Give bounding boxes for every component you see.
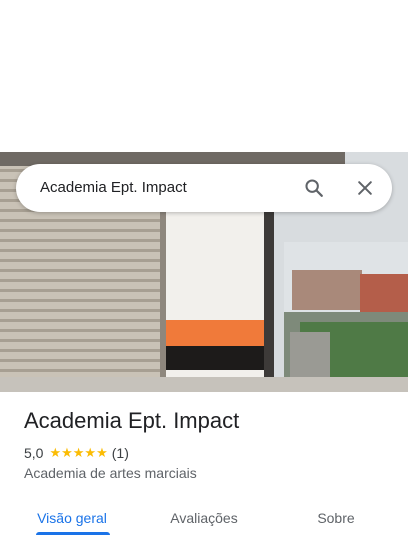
search-bar[interactable]: Academia Ept. Impact bbox=[16, 164, 392, 212]
tab-about[interactable]: Sobre bbox=[284, 496, 388, 540]
active-tab-indicator bbox=[36, 532, 110, 535]
rating-value: 5,0 bbox=[24, 445, 44, 461]
place-title: Academia Ept. Impact bbox=[24, 408, 240, 433]
place-category[interactable]: Academia de artes marciais bbox=[24, 465, 197, 481]
tab-reviews[interactable]: Avaliações bbox=[152, 496, 256, 540]
star-rating-icon: ★★★★★ bbox=[49, 445, 108, 460]
close-icon[interactable] bbox=[353, 176, 377, 200]
review-count[interactable]: (1) bbox=[112, 445, 129, 461]
search-input[interactable]: Academia Ept. Impact bbox=[40, 164, 187, 212]
rating-row[interactable]: 5,0 ★★★★★ (1) bbox=[24, 445, 129, 461]
place-details-sheet: Academia Ept. Impact 5,0 ★★★★★ (1) Acade… bbox=[0, 392, 408, 544]
tab-bar: Visão geral Avaliações Sobre bbox=[0, 496, 408, 544]
search-icon[interactable] bbox=[302, 176, 326, 200]
